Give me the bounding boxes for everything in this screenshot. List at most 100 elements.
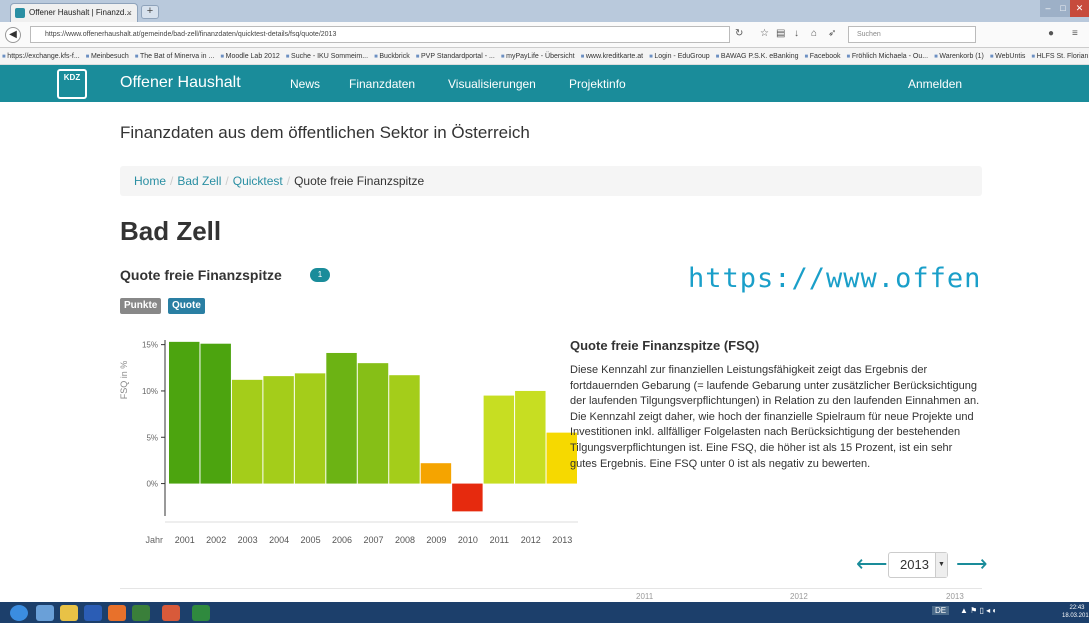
bookmark-item[interactable]: https://exchange.kfs-f... <box>2 53 80 60</box>
language-indicator[interactable]: DE <box>932 606 950 615</box>
x-tick-label: 2005 <box>301 535 321 545</box>
bar-2006 <box>326 352 357 484</box>
clock-time: 22:43 <box>1069 605 1085 611</box>
year-select-value: 2013 <box>900 557 929 572</box>
reload-icon[interactable]: ↻ <box>735 28 743 39</box>
bookmark-item[interactable]: Moodle Lab 2012 <box>220 53 279 60</box>
bar-2007 <box>357 363 389 484</box>
nav-visualisierungen[interactable]: Visualisierungen <box>448 77 536 91</box>
bar-2011 <box>483 395 515 484</box>
section-title: Quote freie Finanzspitze <box>120 267 282 283</box>
bookmark-item[interactable]: Meinbesuch <box>86 53 129 60</box>
kdz-logo[interactable]: KDZ <box>57 69 87 99</box>
new-tab-button[interactable]: + <box>141 5 159 19</box>
bookmark-item[interactable]: Warenkorb (1) <box>934 53 984 60</box>
bookmark-item[interactable]: Fröhlich Michaela - Ou... <box>847 53 929 60</box>
brand-link[interactable]: Offener Haushalt <box>120 74 241 92</box>
x-tick-label: 2013 <box>552 535 572 545</box>
y-tick-label: 5% <box>146 433 158 442</box>
peek-label: 2013 <box>946 592 964 601</box>
bookmark-item[interactable]: The Bat of Minerva in ... <box>135 53 215 60</box>
x-tick-label: 2009 <box>426 535 446 545</box>
powerpoint-icon[interactable] <box>162 605 180 621</box>
breadcrumb-home[interactable]: Home <box>134 174 166 188</box>
maximize-icon[interactable]: □ <box>1056 0 1070 17</box>
x-tick-label: 2008 <box>395 535 415 545</box>
y-tick-label: 15% <box>142 341 158 350</box>
folder-icon[interactable] <box>60 605 78 621</box>
x-tick-label: 2004 <box>269 535 289 545</box>
clock[interactable]: 22:43 18.03.2015 <box>1062 604 1089 620</box>
browser-tab-bar: Offener Haushalt | Finanzd... × + – □ ✕ <box>0 0 1089 22</box>
info-badge[interactable]: 1 <box>310 268 330 282</box>
breadcrumb-bad-zell[interactable]: Bad Zell <box>177 174 221 188</box>
bar-2008 <box>389 375 420 484</box>
next-year-arrow-icon[interactable]: ⟶ <box>956 553 988 575</box>
bookmark-star-icon[interactable]: ☆ <box>760 28 769 39</box>
download-icon[interactable]: ↓ <box>794 28 799 39</box>
breadcrumb-quicktest[interactable]: Quicktest <box>233 174 283 188</box>
site-favicon-icon <box>15 8 25 18</box>
bookmark-item[interactable]: Buckbrick <box>374 53 410 60</box>
toggle-punkte[interactable]: Punkte <box>120 298 162 314</box>
nav-projektinfo[interactable]: Projektinfo <box>569 77 626 91</box>
bookmark-item[interactable]: WebUntis <box>990 53 1026 60</box>
browser-nav-bar: ◀ https://www.offenerhaushalt.at/gemeind… <box>0 22 1089 48</box>
clock-date: 18.03.2015 <box>1062 613 1089 619</box>
x-axis-label: Jahr <box>145 535 163 545</box>
bookmarks-bar: https://exchange.kfs-f... Meinbesuch The B… <box>0 48 1089 65</box>
search-input[interactable]: Suchen <box>848 26 976 43</box>
home-icon[interactable]: ⌂ <box>811 28 817 39</box>
breadcrumb-current: Quote freie Finanzspitze <box>294 174 425 188</box>
search-placeholder: Suchen <box>857 31 881 38</box>
tab-close-icon[interactable]: × <box>127 4 132 22</box>
bookmark-item[interactable]: Suche - IKU Sommeim... <box>286 53 368 60</box>
login-link[interactable]: Anmelden <box>908 77 962 91</box>
prev-year-arrow-icon[interactable]: ⟵ <box>856 553 888 575</box>
x-tick-label: 2001 <box>175 535 195 545</box>
nav-news[interactable]: News <box>290 77 320 91</box>
nav-finanzdaten[interactable]: Finanzdaten <box>349 77 415 91</box>
chevron-down-icon[interactable]: ▼ <box>935 553 947 577</box>
bookmark-item[interactable]: HLFS St. Florian: Login ... <box>1031 53 1089 60</box>
overlay-url-text: https://www.offen <box>688 263 982 294</box>
back-icon[interactable]: ◀ <box>5 27 21 43</box>
bar-2002 <box>200 343 231 484</box>
address-bar[interactable]: https://www.offenerhaushalt.at/gemeinde/… <box>30 26 730 43</box>
tab-title: Offener Haushalt | Finanzd... <box>29 8 131 17</box>
explorer-icon[interactable] <box>36 605 54 621</box>
bookmark-item[interactable]: BAWAG P.S.K. eBanking <box>716 53 799 60</box>
bar-2012 <box>515 390 546 484</box>
url-text: https://www.offenerhaushalt.at/gemeinde/… <box>45 31 337 38</box>
x-tick-label: 2010 <box>458 535 478 545</box>
bar-2004 <box>263 376 294 484</box>
breadcrumb: Home / Bad Zell / Quicktest / Quote freie Fina… <box>120 166 982 196</box>
excel-icon[interactable] <box>192 605 210 621</box>
bookmark-item[interactable]: www.kreditkarte.at <box>581 53 643 60</box>
year-select[interactable]: 2013 ▼ <box>888 552 948 578</box>
y-axis-label: FSQ in % <box>119 361 129 400</box>
browser-tab[interactable]: Offener Haushalt | Finanzd... × <box>10 3 138 22</box>
close-window-icon[interactable]: ✕ <box>1070 0 1089 17</box>
system-tray-icons[interactable]: ▲ ⚑ ▯ ◂ ◐ <box>960 606 997 615</box>
firefox-icon[interactable] <box>108 605 126 621</box>
send-icon[interactable]: ➶ <box>828 28 836 39</box>
start-button-icon[interactable] <box>10 605 28 621</box>
menu-icon[interactable]: ≡ <box>1072 28 1078 39</box>
bookmark-item[interactable]: PVP Standardportal - ... <box>416 53 495 60</box>
taskbar: DE ▲ ⚑ ▯ ◂ ◐ 22:43 18.03.2015 <box>0 602 1089 623</box>
bar-2003 <box>231 379 263 484</box>
minimize-icon[interactable]: – <box>1040 0 1056 17</box>
bookmark-item[interactable]: Facebook <box>804 53 840 60</box>
bookmarks-menu-icon[interactable]: ▤ <box>776 28 785 39</box>
x-tick-label: 2006 <box>332 535 352 545</box>
addon-icon[interactable]: ● <box>1048 28 1054 39</box>
divider <box>120 588 982 589</box>
word-icon[interactable] <box>84 605 102 621</box>
bookmark-item[interactable]: Login - EduGroup <box>649 53 710 60</box>
bookmark-item[interactable]: myPayLife - Übersicht <box>501 53 575 60</box>
toggle-quote[interactable]: Quote <box>168 298 205 314</box>
y-tick-label: 0% <box>146 480 158 489</box>
publisher-icon[interactable] <box>132 605 150 621</box>
peek-label: 2011 <box>636 592 654 601</box>
